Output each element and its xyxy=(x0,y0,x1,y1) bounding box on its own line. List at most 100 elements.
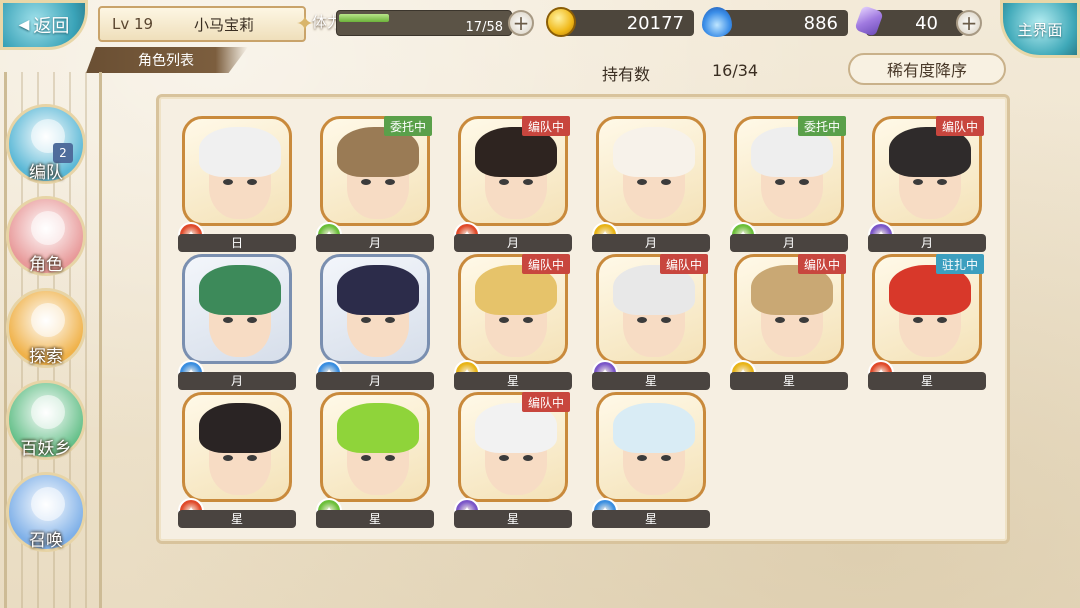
character-grade-label: 月 xyxy=(316,234,434,252)
character-card[interactable]: ✦月 xyxy=(178,254,298,392)
character-eye xyxy=(661,317,671,323)
status-badge: 编队中 xyxy=(659,254,708,274)
nav-item-2[interactable]: 探索 xyxy=(6,288,86,368)
character-eye xyxy=(385,179,395,185)
character-grade-label: 星 xyxy=(592,510,710,528)
gem-value: 40 xyxy=(915,12,938,34)
character-grade-label: 星 xyxy=(454,372,572,390)
status-badge: 编队中 xyxy=(521,392,570,412)
status-badge: 编队中 xyxy=(935,116,984,136)
status-badge: 委托中 xyxy=(797,116,846,136)
character-hair xyxy=(337,265,419,315)
character-eye xyxy=(385,317,395,323)
stamina-bar: 17/58 xyxy=(336,10,512,36)
home-label: 主界面 xyxy=(1017,20,1063,39)
character-card[interactable]: ✦日 xyxy=(178,116,298,254)
add-stamina-button[interactable]: + xyxy=(508,10,534,36)
character-eye xyxy=(247,317,257,323)
character-portrait xyxy=(596,116,706,226)
player-level: Lv 19 xyxy=(112,15,154,33)
character-portrait xyxy=(596,392,706,502)
character-card[interactable]: ✦驻扎中星 xyxy=(868,254,988,392)
character-eye xyxy=(637,455,647,461)
character-card[interactable]: ✦月 xyxy=(592,116,712,254)
owned-count-label: 持有数 xyxy=(602,65,651,84)
character-hair xyxy=(337,403,419,453)
spirit-counter: 886 xyxy=(712,10,848,36)
gold-coin-icon xyxy=(546,7,576,37)
character-eye xyxy=(361,179,371,185)
village-icon xyxy=(31,395,65,429)
character-eye xyxy=(223,179,233,185)
nav-item-4[interactable]: 召唤 xyxy=(6,472,86,552)
character-eye xyxy=(523,455,533,461)
status-badge: 编队中 xyxy=(521,116,570,136)
character-card[interactable]: ✦星 xyxy=(592,392,712,530)
owned-count-value: 16/34 xyxy=(712,61,759,80)
character-portrait xyxy=(182,392,292,502)
character-eye xyxy=(385,455,395,461)
nav-item-3[interactable]: 百妖乡 xyxy=(6,380,86,460)
gold-value: 20177 xyxy=(626,12,684,34)
character-grade-label: 星 xyxy=(868,372,986,390)
character-eye xyxy=(937,179,947,185)
character-eye xyxy=(523,179,533,185)
character-card[interactable]: ✦星 xyxy=(178,392,298,530)
character-eye xyxy=(499,179,509,185)
status-badge: 编队中 xyxy=(521,254,570,274)
character-hair xyxy=(199,127,281,177)
status-badge: 编队中 xyxy=(797,254,846,274)
character-card[interactable]: ✦编队中星 xyxy=(454,254,574,392)
spirit-value: 886 xyxy=(803,12,838,34)
character-card[interactable]: ✦月 xyxy=(316,254,436,392)
nav-label: 召唤 xyxy=(29,531,63,551)
sort-button[interactable]: 稀有度降序 xyxy=(848,53,1006,85)
character-card[interactable]: ✦星 xyxy=(316,392,436,530)
stamina-value: 17/58 xyxy=(465,20,503,35)
character-portrait xyxy=(182,116,292,226)
page-title: 角色列表 xyxy=(86,47,248,73)
character-eye xyxy=(799,179,809,185)
character-eye xyxy=(913,179,923,185)
character-eye xyxy=(223,455,233,461)
status-badge: 驻扎中 xyxy=(935,254,984,274)
character-portrait xyxy=(182,254,292,364)
character-card[interactable]: ✦委托中月 xyxy=(730,116,850,254)
character-card[interactable]: ✦编队中月 xyxy=(868,116,988,254)
character-eye xyxy=(361,455,371,461)
character-eye xyxy=(637,179,647,185)
character-grade-label: 月 xyxy=(730,234,848,252)
character-card[interactable]: ✦编队中星 xyxy=(730,254,850,392)
character-card[interactable]: ✦编队中月 xyxy=(454,116,574,254)
character-eye xyxy=(223,317,233,323)
status-badge: 委托中 xyxy=(383,116,432,136)
stamina-fill xyxy=(339,14,390,22)
add-gems-button[interactable]: + xyxy=(956,10,982,36)
character-eye xyxy=(775,317,785,323)
nav-item-1[interactable]: 角色 xyxy=(6,196,86,276)
character-grade-label: 月 xyxy=(868,234,986,252)
nav-item-0[interactable]: 2 编队 xyxy=(6,104,86,184)
character-hair xyxy=(199,403,281,453)
character-eye xyxy=(247,455,257,461)
character-eye xyxy=(637,317,647,323)
player-name: 小马宝莉 xyxy=(194,15,255,34)
nav-label: 百妖乡 xyxy=(20,439,72,459)
character-grade-label: 月 xyxy=(316,372,434,390)
character-grade-label: 星 xyxy=(316,510,434,528)
character-icon xyxy=(31,211,65,245)
character-grade-label: 月 xyxy=(454,234,572,252)
character-eye xyxy=(361,317,371,323)
player-info: Lv 19 小马宝莉 ✦ xyxy=(98,6,314,42)
sort-label: 稀有度降序 xyxy=(886,61,967,80)
back-label: 返回 xyxy=(33,16,70,37)
character-card[interactable]: ✦编队中星 xyxy=(592,254,712,392)
character-grade-label: 月 xyxy=(178,372,296,390)
character-eye xyxy=(913,317,923,323)
character-card[interactable]: ✦委托中月 xyxy=(316,116,436,254)
character-eye xyxy=(499,317,509,323)
character-grade-label: 月 xyxy=(592,234,710,252)
character-card[interactable]: ✦编队中星 xyxy=(454,392,574,530)
character-hair xyxy=(199,265,281,315)
explore-icon xyxy=(31,303,65,337)
